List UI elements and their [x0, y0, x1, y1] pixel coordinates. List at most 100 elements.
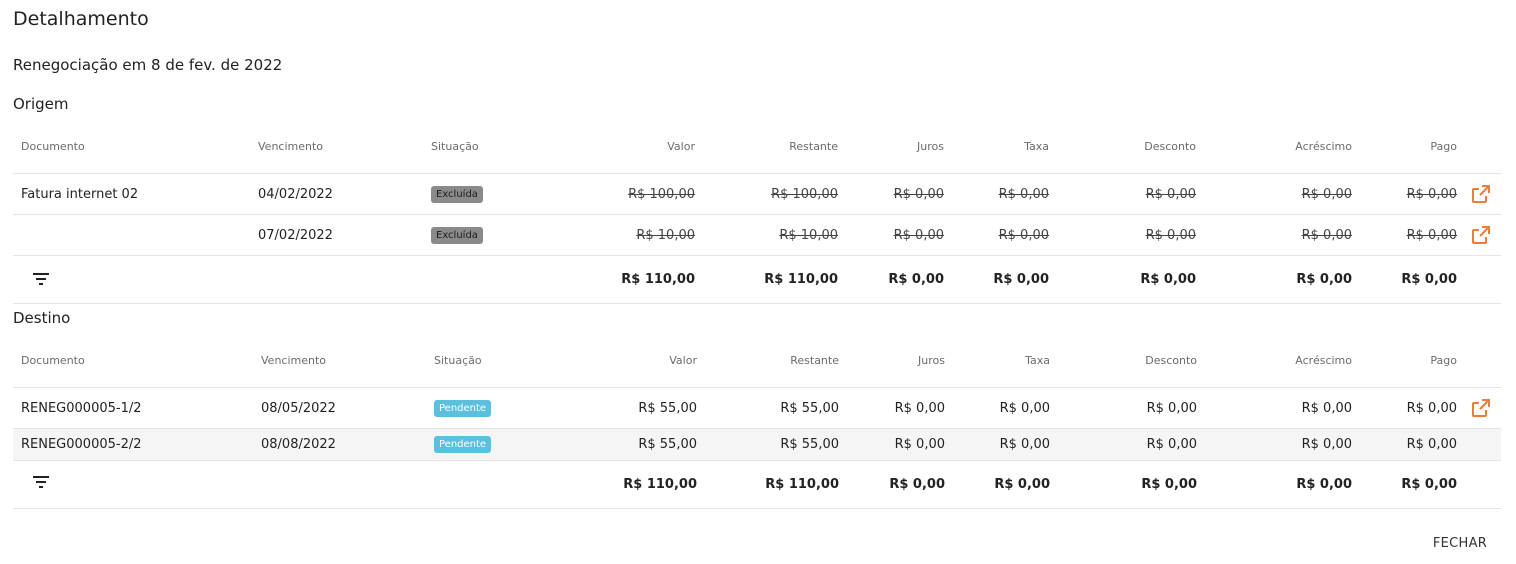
col-documento: Documento: [21, 140, 85, 153]
cell-desconto: R$ 0,00: [1146, 437, 1197, 452]
total-acrescimo: R$ 0,00: [1296, 272, 1352, 287]
cell-juros: R$ 0,00: [894, 400, 945, 416]
total-juros: R$ 0,00: [888, 272, 944, 287]
cell-taxa-text: R$ 0,00: [998, 186, 1049, 202]
cell-acrescimo: R$ 0,00: [1301, 400, 1352, 416]
table-row: 07/02/2022 Excluída R$ 10,00 R$ 10,00 R$…: [13, 215, 1501, 256]
col-situacao: Situação: [431, 140, 479, 153]
cell-acrescimo: R$ 0,00: [1302, 174, 1352, 214]
col-desconto: Desconto: [1145, 354, 1197, 367]
cell-pago: R$ 0,00: [1407, 174, 1457, 214]
cell-documento: Fatura internet 02: [21, 186, 139, 202]
cell-situacao: Pendente: [434, 429, 492, 460]
cell-desconto: R$ 0,00: [1146, 400, 1197, 416]
table-header: Documento Vencimento Situação Valor Rest…: [13, 334, 1501, 388]
cell-juros-text: R$ 0,00: [893, 186, 944, 202]
cell-situacao: Excluída: [431, 174, 483, 214]
col-pago: Pago: [1430, 140, 1457, 153]
total-pago: R$ 0,00: [1401, 272, 1457, 287]
filter-icon[interactable]: [30, 268, 52, 290]
open-external-icon[interactable]: [1471, 184, 1491, 204]
total-juros: R$ 0,00: [889, 477, 945, 492]
col-valor: Valor: [667, 140, 695, 153]
cell-taxa: R$ 0,00: [999, 215, 1049, 255]
table-row: RENEG000005-1/2 08/05/2022 Pendente R$ 5…: [13, 388, 1501, 429]
cell-restante: R$ 55,00: [780, 437, 839, 452]
cell-pago: R$ 0,00: [1407, 215, 1457, 255]
cell-juros: R$ 0,00: [894, 437, 945, 452]
cell-juros: R$ 0,00: [894, 215, 944, 255]
status-badge: Pendente: [434, 436, 492, 453]
cell-acrescimo: R$ 0,00: [1302, 215, 1352, 255]
cell-valor-text: R$ 10,00: [636, 227, 695, 243]
col-juros: Juros: [917, 140, 944, 153]
cell-documento: RENEG000005-1/2: [21, 400, 142, 416]
cell-restante-text: R$ 100,00: [771, 186, 838, 202]
cell-juros: R$ 0,00: [894, 174, 944, 214]
col-valor: Valor: [669, 354, 697, 367]
cell-desconto-text: R$ 0,00: [1145, 227, 1196, 243]
cell-restante: R$ 10,00: [779, 215, 838, 255]
col-taxa: Taxa: [1024, 140, 1049, 153]
cell-taxa: R$ 0,00: [999, 174, 1049, 214]
table-row[interactable]: RENEG000005-2/2 08/08/2022 Pendente R$ 5…: [13, 429, 1501, 461]
open-external-icon[interactable]: [1471, 398, 1491, 418]
cell-pago-text: R$ 0,00: [1406, 186, 1457, 202]
col-pago: Pago: [1430, 354, 1457, 367]
cell-valor: R$ 100,00: [628, 174, 695, 214]
col-acrescimo: Acréscimo: [1295, 140, 1352, 153]
section-title-destino: Destino: [13, 309, 71, 327]
status-badge: Excluída: [431, 185, 483, 203]
total-restante: R$ 110,00: [764, 272, 838, 287]
cell-valor: R$ 10,00: [636, 215, 695, 255]
total-taxa: R$ 0,00: [993, 272, 1049, 287]
table-row: Fatura internet 02 04/02/2022 Excluída R…: [13, 174, 1501, 215]
total-acrescimo: R$ 0,00: [1296, 477, 1352, 492]
total-taxa: R$ 0,00: [994, 477, 1050, 492]
table-totals-row: R$ 110,00 R$ 110,00 R$ 0,00 R$ 0,00 R$ 0…: [13, 461, 1501, 509]
origem-table: Documento Vencimento Situação Valor Rest…: [13, 120, 1501, 304]
cell-desconto: R$ 0,00: [1146, 174, 1196, 214]
total-desconto: R$ 0,00: [1141, 477, 1197, 492]
col-vencimento: Vencimento: [261, 354, 327, 367]
table-totals-row: R$ 110,00 R$ 110,00 R$ 0,00 R$ 0,00 R$ 0…: [13, 256, 1501, 304]
table-header: Documento Vencimento Situação Valor Rest…: [13, 120, 1501, 174]
col-acrescimo: Acréscimo: [1295, 354, 1352, 367]
col-juros: Juros: [918, 354, 945, 367]
cell-acrescimo: R$ 0,00: [1301, 437, 1352, 452]
cell-juros-text: R$ 0,00: [893, 227, 944, 243]
status-badge: Excluída: [431, 226, 483, 244]
total-desconto: R$ 0,00: [1140, 272, 1196, 287]
total-valor: R$ 110,00: [623, 477, 697, 492]
cell-desconto: R$ 0,00: [1146, 215, 1196, 255]
total-pago: R$ 0,00: [1401, 477, 1457, 492]
cell-pago-text: R$ 0,00: [1406, 227, 1457, 243]
cell-vencimento: 08/05/2022: [261, 400, 336, 416]
close-button[interactable]: FECHAR: [1420, 526, 1500, 560]
total-restante: R$ 110,00: [765, 477, 839, 492]
col-vencimento: Vencimento: [258, 140, 324, 153]
cell-pago: R$ 0,00: [1406, 400, 1457, 416]
cell-vencimento: 08/08/2022: [261, 437, 336, 452]
cell-restante: R$ 55,00: [780, 400, 839, 416]
cell-situacao: Excluída: [431, 215, 483, 255]
total-valor: R$ 110,00: [621, 272, 695, 287]
cell-taxa: R$ 0,00: [999, 437, 1050, 452]
col-desconto: Desconto: [1144, 140, 1196, 153]
cell-desconto-text: R$ 0,00: [1145, 186, 1196, 202]
col-situacao: Situação: [434, 354, 482, 367]
col-restante: Restante: [789, 140, 838, 153]
cell-valor-text: R$ 100,00: [628, 186, 695, 202]
cell-vencimento: 07/02/2022: [258, 227, 333, 243]
cell-valor: R$ 55,00: [638, 400, 697, 416]
cell-valor: R$ 55,00: [638, 437, 697, 452]
cell-acrescimo-text: R$ 0,00: [1301, 186, 1352, 202]
col-taxa: Taxa: [1025, 354, 1050, 367]
cell-taxa: R$ 0,00: [999, 400, 1050, 416]
destino-table: Documento Vencimento Situação Valor Rest…: [13, 334, 1501, 509]
open-external-icon[interactable]: [1471, 225, 1491, 245]
cell-restante: R$ 100,00: [771, 174, 838, 214]
section-title-origem: Origem: [13, 95, 69, 113]
status-badge: Pendente: [434, 399, 492, 417]
filter-icon[interactable]: [30, 471, 52, 493]
